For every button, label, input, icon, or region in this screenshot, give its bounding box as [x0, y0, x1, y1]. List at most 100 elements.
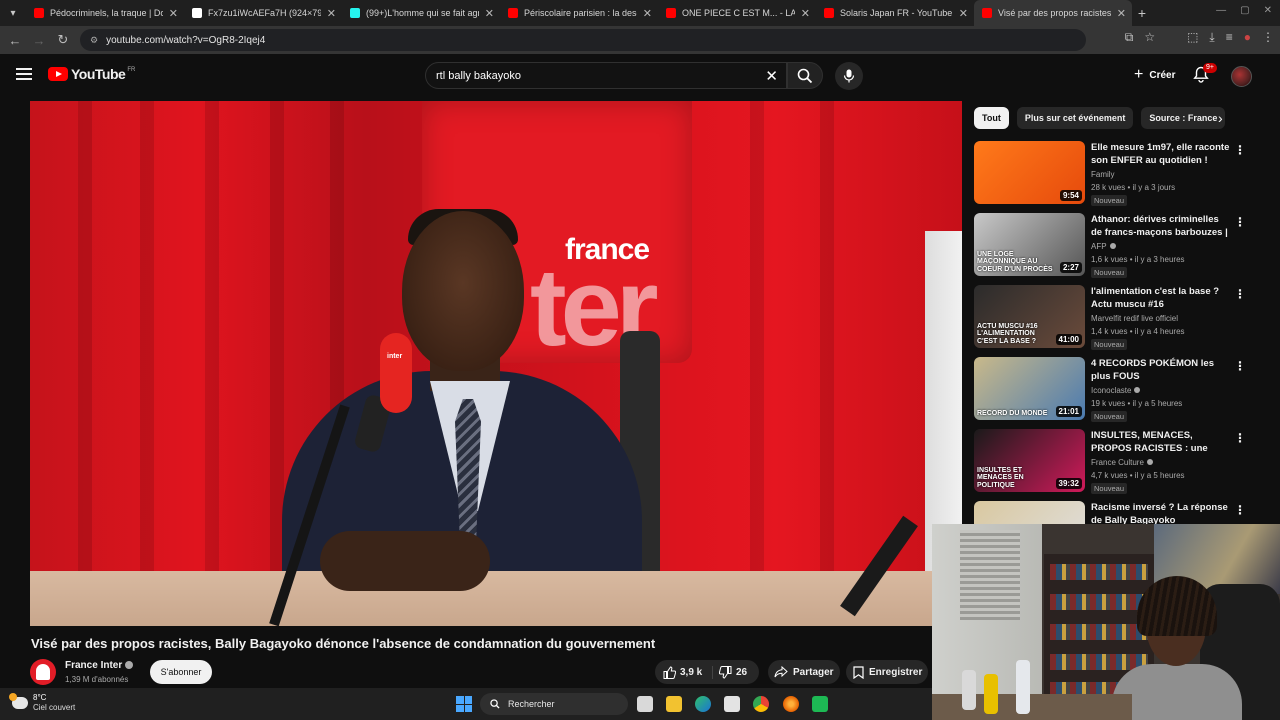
- dislike-button[interactable]: 26: [713, 665, 747, 679]
- site-info-icon[interactable]: ⚙: [90, 35, 98, 46]
- like-button[interactable]: 3,9 k: [655, 665, 713, 679]
- subscribe-button[interactable]: S'abonner: [150, 660, 212, 684]
- close-tab-icon[interactable]: ✕: [169, 7, 178, 20]
- store-icon[interactable]: [724, 696, 740, 712]
- account-avatar[interactable]: [1231, 66, 1252, 87]
- close-tab-icon[interactable]: ✕: [1117, 7, 1126, 20]
- video-player[interactable]: france ter inter: [30, 101, 962, 626]
- streaming-app-icon[interactable]: [812, 696, 828, 712]
- recommended-video-title[interactable]: INSULTES, MENACES, PROPOS RACISTES : une…: [1091, 429, 1231, 455]
- extensions-puzzle-icon[interactable]: ⬚: [1187, 30, 1198, 45]
- video-thumbnail[interactable]: 9:54: [974, 141, 1085, 204]
- microphone-icon: [843, 69, 855, 83]
- browser-tab[interactable]: (99+)L'homme qui se fait agre ✕: [342, 0, 500, 26]
- back-icon[interactable]: ←: [3, 33, 27, 48]
- more-actions-icon[interactable]: ⋮: [1234, 431, 1246, 445]
- video-thumbnail[interactable]: ACTU MUSCU #16 L'ALIMENTATION C'EST LA B…: [974, 285, 1085, 348]
- chevron-right-icon[interactable]: ›: [1218, 110, 1223, 126]
- reload-icon[interactable]: ↻: [51, 32, 75, 48]
- channel-name[interactable]: France Inter: [65, 660, 134, 671]
- more-actions-icon[interactable]: ⋮: [1234, 287, 1246, 301]
- video-thumbnail[interactable]: RECORD DU MONDE 21:01: [974, 357, 1085, 420]
- recommended-video-title[interactable]: Elle mesure 1m97, elle raconte son ENFER…: [1091, 141, 1231, 167]
- windows-start-icon[interactable]: [456, 696, 472, 712]
- recommended-video[interactable]: RECORD DU MONDE 21:01 4 RECORDS POKÉMON le…: [974, 357, 1246, 422]
- video-thumbnail[interactable]: INSULTES ET MENACES EN POLITIQUE 39:32: [974, 429, 1085, 492]
- window-controls: — ▢ ✕: [1216, 5, 1272, 16]
- tab-search-icon[interactable]: ▾: [0, 0, 26, 26]
- microphone-windscreen: [380, 333, 412, 413]
- close-window-icon[interactable]: ✕: [1264, 5, 1272, 16]
- filter-chip[interactable]: Plus sur cet événement: [1016, 107, 1134, 129]
- browser-tab[interactable]: ONE PIECE C EST M... - LA COM ✕: [658, 0, 816, 26]
- recommended-video-title[interactable]: 4 RECORDS POKÉMON les plus FOUS: [1091, 357, 1231, 383]
- recommended-channel[interactable]: Iconoclaste: [1091, 386, 1141, 395]
- recommended-video[interactable]: ACTU MUSCU #16 L'ALIMENTATION C'EST LA B…: [974, 285, 1246, 350]
- video-views-age: 19 k vues • il y a 5 heures: [1091, 399, 1183, 408]
- webcam-window-blind: [960, 530, 1020, 620]
- more-actions-icon[interactable]: ⋮: [1234, 359, 1246, 373]
- media-controls-icon[interactable]: ≡: [1226, 30, 1233, 45]
- edge-browser-icon[interactable]: [695, 696, 711, 712]
- close-tab-icon[interactable]: ✕: [801, 7, 810, 20]
- browser-tab[interactable]: Fx7zu1iWcAEFa7H (924×790) ✕: [184, 0, 342, 26]
- more-actions-icon[interactable]: ⋮: [1234, 215, 1246, 229]
- close-tab-icon[interactable]: ✕: [327, 7, 336, 20]
- firefox-icon[interactable]: [783, 696, 799, 712]
- video-thumbnail[interactable]: UNE LOGE MAÇONNIQUE AU COEUR D'UN PROCÈS…: [974, 213, 1085, 276]
- downloads-icon[interactable]: ⤓: [1209, 30, 1214, 45]
- video-views-age: 1,6 k vues • il y a 3 heures: [1091, 255, 1185, 264]
- youtube-logo[interactable]: YouTube FR: [48, 66, 135, 82]
- weather-widget[interactable]: 8°C Ciel couvert: [9, 693, 75, 713]
- clear-search-icon[interactable]: ✕: [765, 67, 778, 85]
- search-button[interactable]: [787, 62, 823, 89]
- recommended-channel[interactable]: France Culture: [1091, 458, 1153, 467]
- recommended-video[interactable]: INSULTES ET MENACES EN POLITIQUE 39:32 INS…: [974, 429, 1246, 494]
- create-button[interactable]: + Créer: [1124, 63, 1185, 87]
- browser-menu-icon[interactable]: ⋮: [1262, 30, 1274, 45]
- voice-search-button[interactable]: [835, 62, 863, 90]
- close-tab-icon[interactable]: ✕: [485, 7, 494, 20]
- recommended-video-title[interactable]: l'alimentation c'est la base ? Actu musc…: [1091, 285, 1231, 311]
- browser-tab[interactable]: Périscolaire parisien : la descen ✕: [500, 0, 658, 26]
- filter-chip[interactable]: Source : France: [1141, 107, 1226, 129]
- recommended-channel[interactable]: Marvelfit redif live officiel: [1091, 314, 1178, 323]
- search-input[interactable]: rtl bally bakayoko ✕: [425, 62, 787, 89]
- filter-chip[interactable]: Tout: [974, 107, 1009, 129]
- close-tab-icon[interactable]: ✕: [643, 7, 652, 20]
- chrome-icon[interactable]: [753, 696, 769, 712]
- address-bar[interactable]: ⚙ youtube.com/watch?v=OgR8-2Iqej4: [80, 29, 1086, 51]
- recommended-channel[interactable]: AFP: [1091, 242, 1116, 251]
- channel-avatar[interactable]: [30, 659, 56, 685]
- more-actions-icon[interactable]: ⋮: [1234, 503, 1246, 517]
- maximize-icon[interactable]: ▢: [1240, 5, 1249, 16]
- share-button[interactable]: Partager: [768, 660, 840, 684]
- bookmark-star-icon[interactable]: ☆: [1144, 30, 1155, 45]
- menu-hamburger-icon[interactable]: [16, 68, 32, 80]
- browser-tab[interactable]: Visé par des propos racistes ✕: [974, 0, 1132, 26]
- verified-icon: [1134, 387, 1141, 393]
- recommended-channel[interactable]: Family: [1091, 170, 1115, 179]
- recommended-video-title[interactable]: Athanor: dérives criminelles de francs-m…: [1091, 213, 1231, 239]
- windows-taskbar: 8°C Ciel couvert Rechercher: [0, 688, 932, 720]
- install-app-icon[interactable]: ⧉: [1125, 30, 1134, 45]
- forward-icon[interactable]: →: [27, 33, 51, 48]
- thumbnail-caption: RECORD DU MONDE: [977, 409, 1048, 417]
- more-actions-icon[interactable]: ⋮: [1234, 143, 1246, 157]
- minimize-icon[interactable]: —: [1216, 5, 1226, 16]
- profile-icon[interactable]: ●: [1244, 30, 1251, 45]
- verified-icon: [1109, 243, 1116, 249]
- file-explorer-icon[interactable]: [666, 696, 682, 712]
- video-duration: 9:54: [1059, 190, 1082, 201]
- notifications-button[interactable]: 9+: [1193, 63, 1217, 88]
- taskbar-search[interactable]: Rechercher: [480, 693, 628, 715]
- save-button[interactable]: Enregistrer: [846, 660, 928, 684]
- recommended-video[interactable]: UNE LOGE MAÇONNIQUE AU COEUR D'UN PROCÈS…: [974, 213, 1246, 278]
- close-tab-icon[interactable]: ✕: [959, 7, 968, 20]
- new-tab-button[interactable]: +: [1132, 5, 1152, 21]
- browser-tab[interactable]: Pédocriminels, la traque | Docu ✕: [26, 0, 184, 26]
- browser-tab[interactable]: Solaris Japan FR - YouTube ✕: [816, 0, 974, 26]
- search-icon: [490, 699, 500, 709]
- task-view-icon[interactable]: [637, 696, 653, 712]
- recommended-video[interactable]: 9:54 Elle mesure 1m97, elle raconte son E…: [974, 141, 1246, 206]
